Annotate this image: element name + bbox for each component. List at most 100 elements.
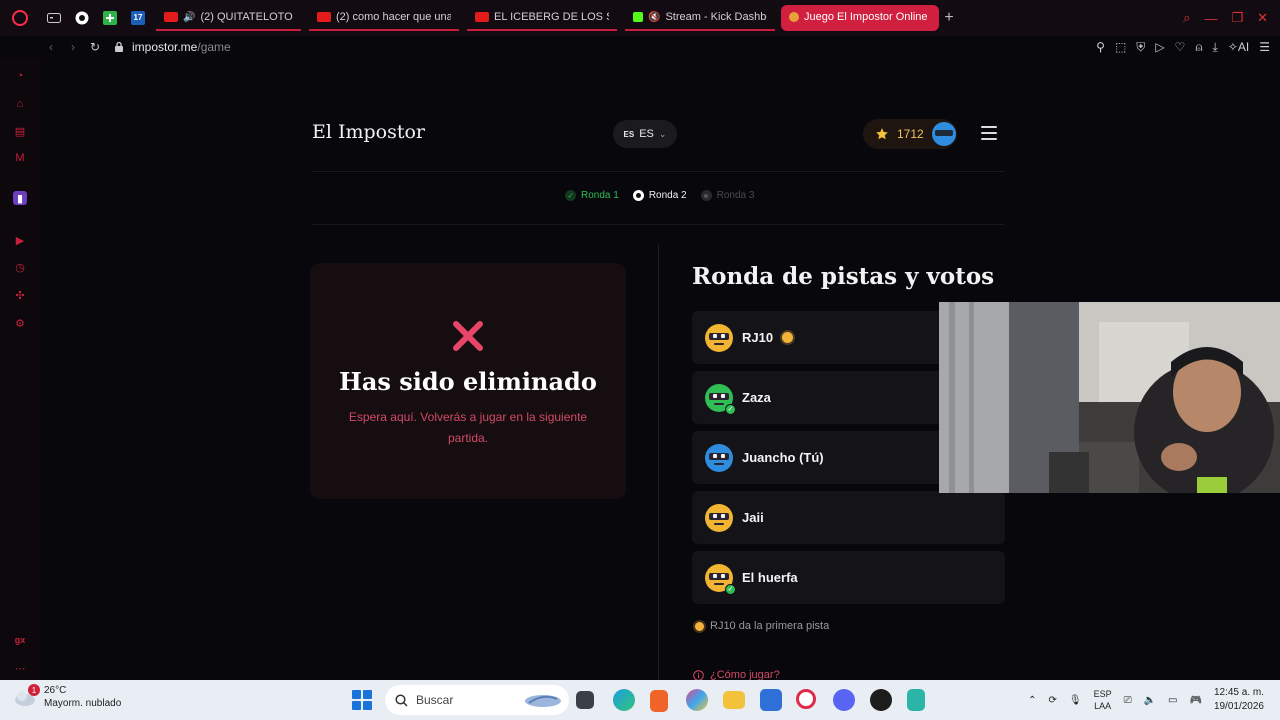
tab-quitateloto[interactable]: 🔊 (2) QUITATELOTO | BL	[156, 5, 301, 31]
notification-badge: 1	[28, 684, 40, 696]
how-to-play-link[interactable]: ¿Cómo jugar?	[693, 669, 780, 680]
back-icon[interactable]: ‹	[40, 40, 62, 54]
page-content: El Impostor ES ES ⌄ 1712 ✓ Ronda 1 Ronda…	[40, 58, 1280, 680]
browser-tab-bar: 17 🔊 (2) QUITATELOTO | BL (2) como hacer…	[0, 0, 1280, 36]
info-icon	[693, 669, 704, 680]
copilot-icon[interactable]	[686, 689, 708, 711]
plus-app-icon[interactable]	[98, 6, 122, 30]
column-divider	[658, 244, 659, 680]
close-icon[interactable]: ✕	[1257, 10, 1268, 26]
pending-round-icon	[700, 190, 712, 201]
network-icon[interactable]: ⎚	[1124, 695, 1132, 706]
input-language[interactable]: ESP LAA	[1094, 688, 1112, 712]
history-icon[interactable]: ◷	[13, 260, 27, 274]
reload-icon[interactable]: ↻	[84, 40, 106, 54]
ai-button[interactable]: ✧AI	[1228, 40, 1249, 54]
player-avatar	[705, 443, 733, 472]
weather-widget[interactable]: 1 26°C Mayorm. nublado	[14, 684, 121, 710]
player-row-el-huerfa[interactable]: ✓ El huerfa	[692, 551, 1005, 604]
tab-como-hacer[interactable]: (2) como hacer que una p	[309, 5, 459, 31]
shield-icon[interactable]: ⛨	[1136, 40, 1145, 55]
news-icon[interactable]: ▤	[13, 124, 27, 138]
brave-icon[interactable]	[650, 690, 668, 712]
section-title: Ronda de pistas y votos	[692, 263, 995, 290]
notepad-icon[interactable]	[907, 689, 925, 711]
account-icon[interactable]: ⍝	[1195, 40, 1202, 55]
start-button[interactable]	[352, 690, 372, 710]
settings-gear-icon[interactable]: ⚙	[13, 316, 27, 330]
search-highlight-icon	[525, 695, 561, 707]
cloud-icon: 1	[14, 684, 40, 708]
speaker-icon[interactable]: 🔊	[183, 12, 195, 23]
address-bar-actions: ⚲ ⬚ ⛨ ▷ ♡ ⍝ ⤓ ✧AI ☰	[1096, 36, 1270, 58]
speed-dial-icon[interactable]: ◔	[13, 69, 27, 83]
app-title[interactable]: El Impostor	[312, 121, 425, 143]
search-tabs-icon[interactable]: ⌕	[1183, 10, 1190, 26]
eliminated-card: Has sido eliminado Espera aquí. Volverás…	[310, 263, 626, 499]
messenger-icon[interactable]: M	[13, 151, 27, 165]
microphone-icon[interactable]: 🎙	[1069, 695, 1082, 706]
opera-gx-taskbar-icon[interactable]	[796, 689, 816, 709]
check-icon: ✓	[725, 583, 736, 595]
edge-icon[interactable]	[613, 689, 635, 711]
volume-icon[interactable]: 🔈	[1144, 695, 1156, 706]
clock[interactable]: 12:45 a. m. 19/01/2026	[1214, 686, 1264, 714]
player-icon[interactable]: ▶	[13, 233, 27, 247]
lock-icon	[115, 41, 123, 52]
taskbar-search[interactable]: Buscar	[385, 685, 569, 715]
search-icon	[395, 693, 408, 707]
gamepad-icon[interactable]	[42, 6, 66, 30]
user-avatar[interactable]	[931, 122, 956, 146]
file-explorer-icon[interactable]	[723, 691, 745, 709]
chevron-up-icon[interactable]: ⌃	[1028, 695, 1036, 706]
star-balance[interactable]: 1712	[863, 119, 957, 149]
download-icon[interactable]: ⤓	[1213, 40, 1218, 55]
pinned-app-17[interactable]: 17	[126, 6, 150, 30]
send-icon[interactable]: ▷	[1155, 40, 1164, 54]
discord-icon[interactable]	[833, 689, 855, 711]
battery-icon[interactable]: ▭	[1168, 695, 1177, 706]
gamepad-tray-icon[interactable]: 🎮	[1189, 695, 1201, 706]
kick-icon	[633, 12, 643, 22]
header-divider	[312, 171, 1004, 172]
system-tray: ⌃ ⟳ 🎙 ESP LAA ⎚ 🔈 ▭ 🎮 12:45 a. m. 19/01/…	[1028, 680, 1264, 720]
record-icon[interactable]	[70, 6, 94, 30]
eliminated-subtitle: Espera aquí. Volverás a jugar en la sigu…	[348, 410, 588, 445]
menu-icon[interactable]: ☰	[1259, 40, 1270, 54]
more-icon[interactable]: ⋯	[13, 661, 27, 675]
obs-icon[interactable]	[870, 689, 892, 711]
player-avatar	[705, 503, 733, 532]
check-icon: ✓	[565, 190, 576, 201]
sun-icon	[695, 621, 704, 631]
player-avatar: ✓	[705, 563, 736, 595]
youtube-icon	[475, 12, 489, 22]
maximize-icon[interactable]: ❐	[1231, 10, 1243, 26]
browser-sidebar: ◔ ⌂ ▤ M ▮ ▶ ◷ ✣ ⚙ gx ⋯	[0, 58, 40, 680]
tab-kick-dashboard[interactable]: 🔇 Stream - Kick Dashbo	[625, 5, 775, 31]
current-round-icon	[632, 190, 644, 201]
opera-logo[interactable]	[0, 0, 40, 36]
pin-icon[interactable]: ⚲	[1096, 40, 1105, 54]
hamburger-menu-icon[interactable]	[981, 126, 997, 144]
gx-logo-icon[interactable]: gx	[13, 633, 27, 647]
gx-corner-icon[interactable]: ⌂	[13, 97, 27, 111]
snapshot-icon[interactable]: ⬚	[1115, 40, 1126, 54]
player-row-jaii[interactable]: Jaii	[692, 491, 1005, 544]
task-view-icon[interactable]	[576, 691, 594, 709]
mute-icon[interactable]: 🔇	[648, 12, 660, 23]
language-selector[interactable]: ES ES ⌄	[613, 120, 677, 148]
heart-icon[interactable]: ♡	[1175, 40, 1186, 54]
youtube-icon	[317, 12, 331, 22]
twitch-icon[interactable]: ▮	[13, 191, 27, 205]
minimize-icon[interactable]: —	[1204, 11, 1217, 26]
forward-icon[interactable]: ›	[62, 40, 84, 54]
address-bar: ‹ › ↻ impostor.me/game ⚲ ⬚ ⛨ ▷ ♡ ⍝ ⤓ ✧AI…	[0, 36, 1280, 58]
sync-icon[interactable]: ⟳	[1048, 695, 1056, 706]
tab-iceberg[interactable]: EL ICEBERG DE LOS SUCE	[467, 5, 617, 31]
tab-impostor-active[interactable]: Juego El Impostor Online -	[781, 5, 939, 31]
store-icon[interactable]	[760, 689, 782, 711]
url-field[interactable]: impostor.me/game	[114, 40, 231, 54]
extensions-icon[interactable]: ✣	[13, 288, 27, 302]
windows-taskbar: 1 26°C Mayorm. nublado Buscar ⌃ ⟳ 🎙 ESP …	[0, 680, 1280, 720]
new-tab-button[interactable]: +	[939, 8, 959, 28]
